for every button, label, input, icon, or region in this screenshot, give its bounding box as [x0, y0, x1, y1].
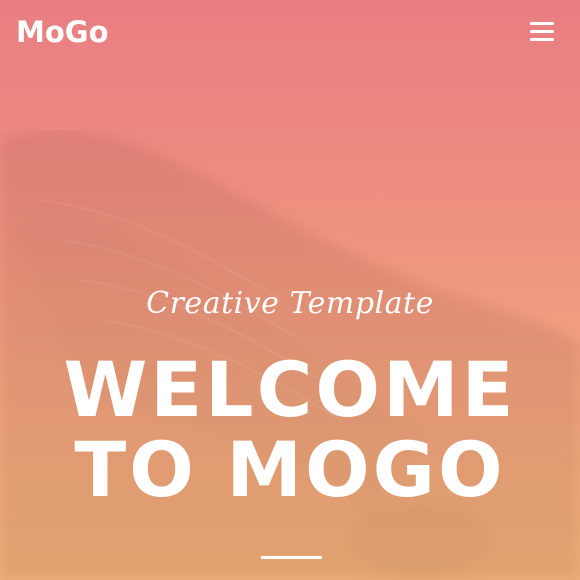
- hero-section: MoGo Creative Template WELCOME TO MOGO: [0, 0, 580, 580]
- menu-bar-middle: [530, 30, 554, 33]
- menu-bar-bottom: [530, 38, 554, 41]
- menu-bar-top: [530, 22, 554, 25]
- hero-title: WELCOME TO MOGO: [0, 350, 580, 510]
- hamburger-menu-icon[interactable]: [528, 20, 556, 44]
- site-header: MoGo: [0, 0, 580, 64]
- site-logo[interactable]: MoGo: [16, 12, 109, 52]
- hero-divider: [261, 556, 322, 559]
- hero-subtitle: Creative Template: [146, 286, 434, 321]
- hero-title-line-2: TO MOGO: [74, 425, 506, 514]
- hero-title-line-1: WELCOME: [63, 345, 517, 434]
